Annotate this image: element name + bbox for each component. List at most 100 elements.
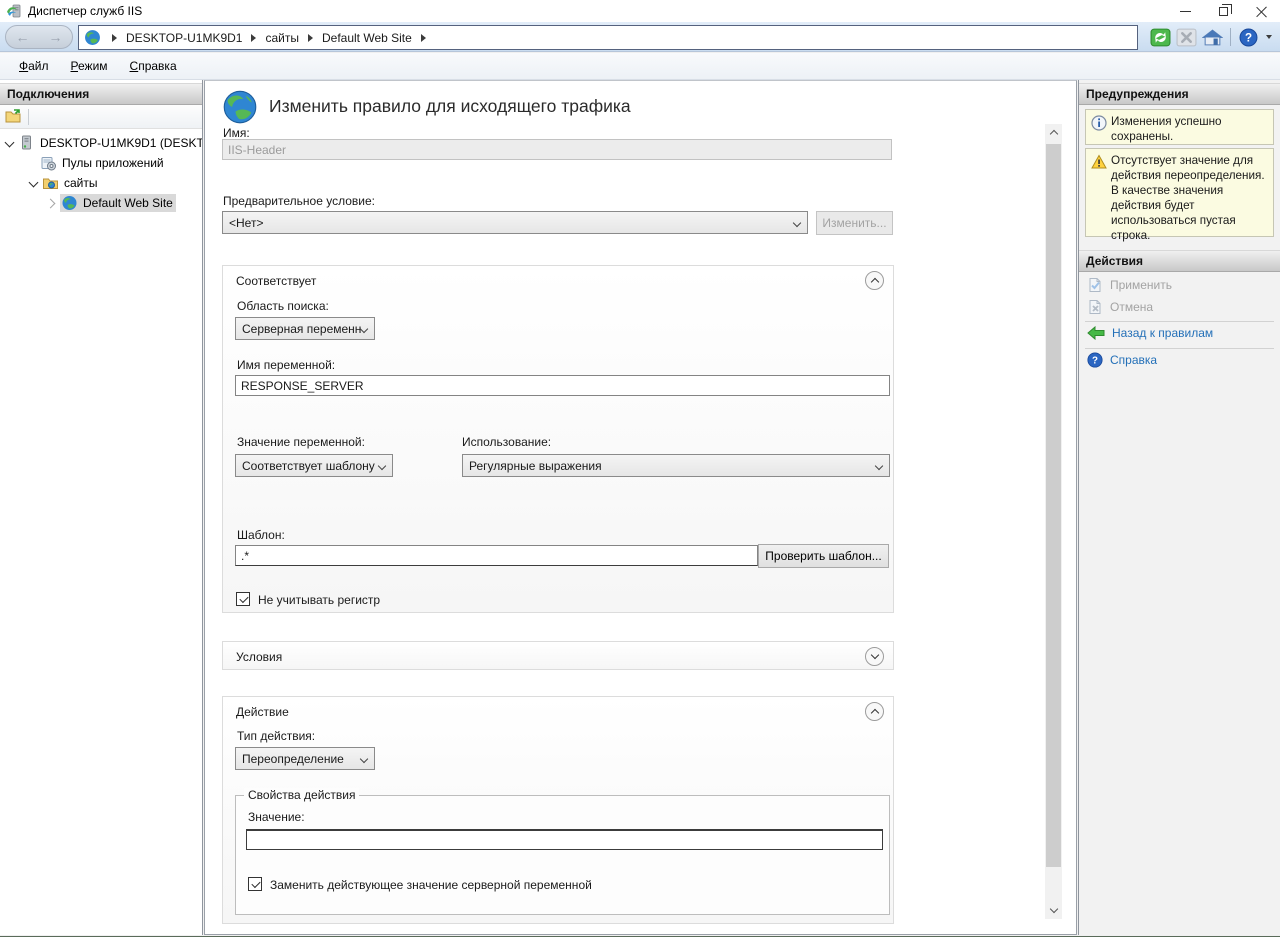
alerts-header: Предупреждения <box>1079 83 1280 105</box>
edit-precondition-button: Изменить... <box>816 211 893 235</box>
refresh-icon[interactable] <box>1150 28 1171 47</box>
tree-item-sites[interactable]: сайты <box>0 173 202 193</box>
actions-header: Действия <box>1079 250 1280 272</box>
connections-panel: Подключения DESKTOP-U1MK9D1 (DESKTOP <box>0 80 203 935</box>
breadcrumb-arrow-icon <box>421 34 426 42</box>
using-select[interactable]: Регулярные выражения <box>462 454 890 477</box>
cancel-icon <box>1087 299 1103 315</box>
tree-item-default-web-site[interactable]: Default Web Site <box>0 193 202 213</box>
scroll-down-button[interactable] <box>1045 902 1062 919</box>
info-icon <box>1091 115 1107 131</box>
chevron-up-icon <box>870 709 878 717</box>
menu-help[interactable]: Справка <box>121 55 186 77</box>
minimize-button[interactable] <box>1166 0 1204 22</box>
variable-name-input[interactable] <box>235 375 890 396</box>
globe-icon[interactable] <box>84 29 101 46</box>
help-icon[interactable]: ? <box>1238 28 1259 47</box>
pattern-input[interactable] <box>235 545 758 566</box>
action-section-title: Действие <box>236 705 289 719</box>
tree-item-label: сайты <box>64 176 98 190</box>
help-dropdown-icon[interactable] <box>1266 35 1272 39</box>
cancel-action: Отмена <box>1087 299 1153 315</box>
action-properties-legend: Свойства действия <box>244 788 359 802</box>
restore-icon <box>1219 7 1228 16</box>
breadcrumb-arrow-icon <box>251 34 256 42</box>
back-icon[interactable]: ← <box>16 30 30 44</box>
connections-toolbar <box>0 105 202 129</box>
application-pools-icon <box>40 155 57 171</box>
back-arrow-icon <box>1087 326 1105 340</box>
variable-value-select[interactable]: Соответствует шаблону <box>235 454 393 477</box>
match-section: Соответствует Область поиска: Серверная … <box>222 265 894 613</box>
using-label: Использование: <box>462 435 551 449</box>
tree-item-app-pools[interactable]: Пулы приложений <box>0 153 202 173</box>
menu-file[interactable]: Файл <box>10 55 58 77</box>
actions-separator <box>1085 348 1274 349</box>
replace-value-checkbox[interactable] <box>248 877 262 891</box>
close-button[interactable] <box>1242 0 1280 22</box>
breadcrumb-item-site[interactable]: Default Web Site <box>322 31 412 45</box>
breadcrumb-item-server[interactable]: DESKTOP-U1MK9D1 <box>126 31 242 45</box>
vertical-scrollbar[interactable] <box>1045 124 1062 919</box>
chevron-down-icon[interactable] <box>28 178 38 188</box>
back-to-rules-action[interactable]: Назад к правилам <box>1087 326 1213 340</box>
expand-section-button[interactable] <box>865 647 884 666</box>
menu-view[interactable]: Режим <box>62 55 117 77</box>
chevron-down-icon <box>378 462 386 470</box>
warning-alert-text: Отсутствует значение для действия переоп… <box>1111 153 1270 232</box>
help-action[interactable]: ? Справка <box>1087 352 1157 368</box>
breadcrumb-arrow-icon <box>112 34 117 42</box>
feature-view: Изменить правило для исходящего трафика … <box>204 80 1077 935</box>
scope-label: Область поиска: <box>237 299 329 313</box>
page-title: Изменить правило для исходящего трафика <box>269 96 631 117</box>
selected-tree-item: Default Web Site <box>60 194 176 212</box>
close-icon <box>1256 6 1267 17</box>
action-type-select[interactable]: Переопределение <box>235 747 375 770</box>
collapse-section-button[interactable] <box>865 702 884 721</box>
sites-folder-icon <box>42 175 59 191</box>
scope-select[interactable]: Серверная переменн <box>235 317 375 340</box>
conditions-section: Условия <box>222 641 894 670</box>
forward-icon[interactable]: → <box>49 30 63 44</box>
menu-bar: Файл Режим Справка <box>0 53 1280 80</box>
breadcrumb-item-sites[interactable]: сайты <box>265 31 299 45</box>
scroll-up-button[interactable] <box>1045 124 1062 141</box>
action-properties-group: Свойства действия Значение: Заменить дей… <box>235 795 890 915</box>
name-label: Имя: <box>223 126 250 140</box>
chevron-right-icon[interactable] <box>46 198 56 208</box>
test-pattern-button[interactable]: Проверить шаблон... <box>758 544 889 568</box>
value-label: Значение: <box>248 810 305 824</box>
info-alert-text: Изменения успешно сохранены. <box>1111 114 1270 140</box>
server-icon <box>18 135 35 151</box>
chevron-down-icon <box>870 651 878 659</box>
chevron-down-icon <box>875 462 883 470</box>
tree-item-server[interactable]: DESKTOP-U1MK9D1 (DESKTOP <box>0 133 202 153</box>
site-globe-icon <box>61 195 78 211</box>
replace-value-label: Заменить действующее значение серверной … <box>270 878 592 892</box>
help-label: Справка <box>1110 353 1157 367</box>
cancel-label: Отмена <box>1110 300 1153 314</box>
restore-button[interactable] <box>1204 0 1242 22</box>
info-alert: Изменения успешно сохранены. <box>1085 109 1274 145</box>
address-toolbar: ? <box>1150 26 1272 48</box>
warning-icon <box>1091 154 1107 170</box>
iis-app-icon <box>6 3 22 19</box>
chevron-down-icon <box>1049 905 1057 913</box>
title-bar: Диспетчер служб IIS <box>0 0 1280 22</box>
help-circle-icon: ? <box>1087 352 1103 368</box>
home-icon[interactable] <box>1202 28 1223 47</box>
chevron-up-icon <box>1049 130 1057 138</box>
pattern-label: Шаблон: <box>237 528 285 542</box>
chevron-down-icon <box>360 755 368 763</box>
collapse-section-button[interactable] <box>865 271 884 290</box>
scrollbar-thumb[interactable] <box>1046 144 1061 867</box>
precondition-select[interactable]: <Нет> <box>222 211 808 234</box>
value-input[interactable] <box>246 829 883 850</box>
tree-item-label: Пулы приложений <box>62 156 164 170</box>
apply-icon <box>1087 277 1103 293</box>
ignore-case-checkbox[interactable] <box>236 592 250 606</box>
stop-icon <box>1176 28 1197 47</box>
connections-tree: DESKTOP-U1MK9D1 (DESKTOP Пулы приложений <box>0 129 202 213</box>
create-connection-icon[interactable] <box>5 109 22 124</box>
chevron-down-icon[interactable] <box>4 138 14 148</box>
